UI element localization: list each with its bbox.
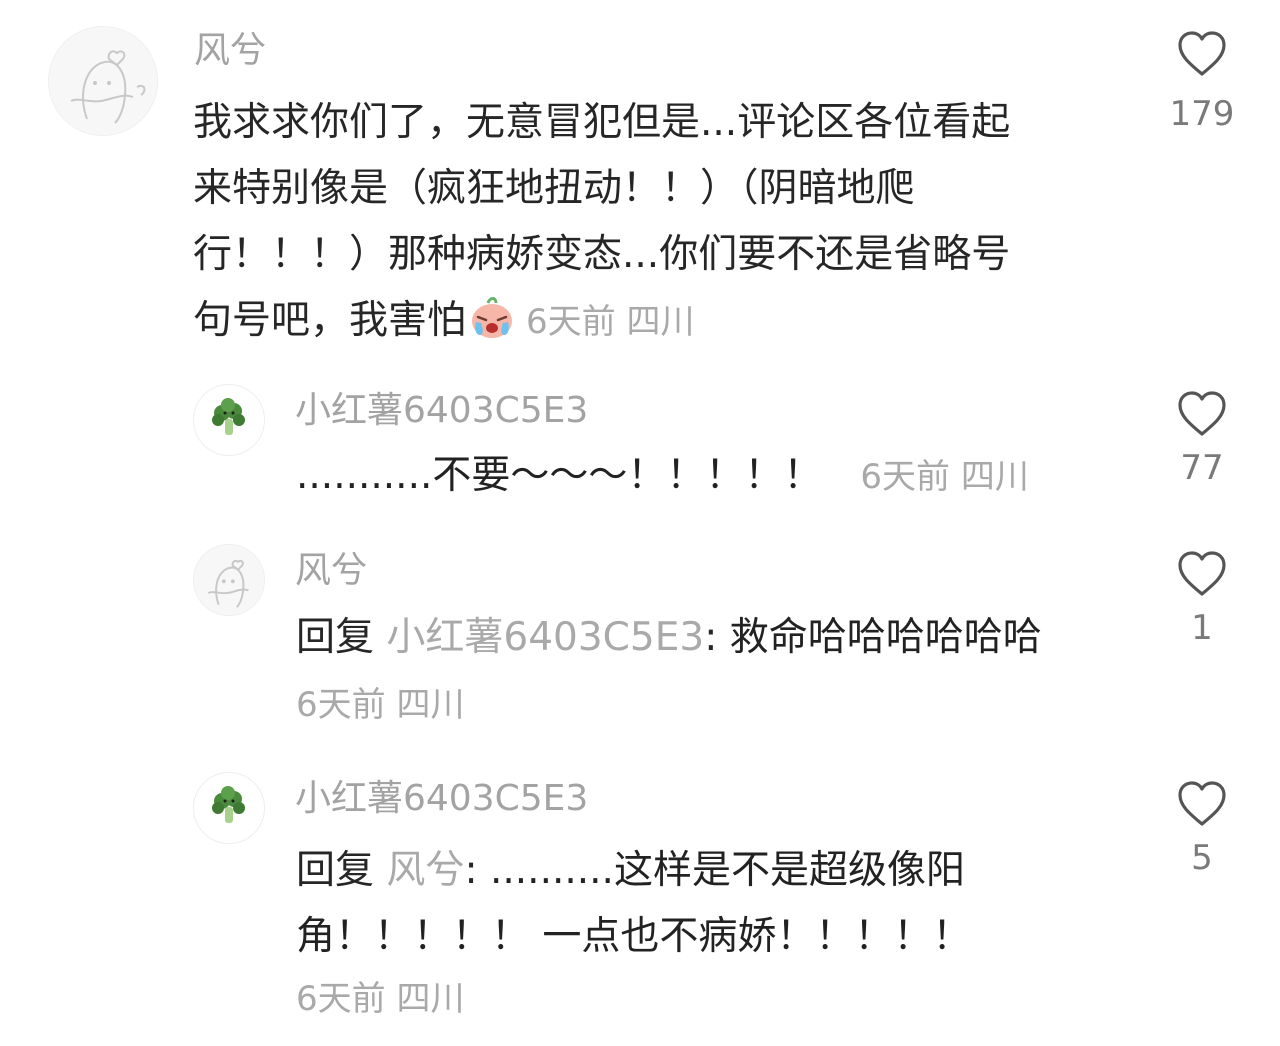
username[interactable]: 小红薯6403C5E3 bbox=[295, 776, 588, 822]
comment-time: 6天前 bbox=[296, 979, 386, 1019]
avatar[interactable] bbox=[193, 384, 265, 456]
comment-line: 回复 小红薯6403C5E3: 救命哈哈哈哈哈哈 bbox=[296, 615, 1042, 660]
reply-mention[interactable]: 小红薯6403C5E3 bbox=[386, 615, 704, 660]
heart-outline-icon bbox=[1178, 31, 1226, 76]
cartoon-character-icon bbox=[194, 545, 264, 615]
comment-time: 6天前 bbox=[860, 457, 951, 497]
reply-item: 小红薯6403C5E3 回复 风兮: ..........这样是不是超级像阳 角… bbox=[0, 750, 1280, 1046]
like-count: 77 bbox=[1180, 448, 1224, 488]
comment-item: 风兮 我求求你们了，无意冒犯但是...评论区各位看起 来特别像是（疯狂地扭动！！… bbox=[0, 0, 1280, 360]
cartoon-character-icon bbox=[49, 27, 157, 135]
comment-line: 回复 风兮: ..........这样是不是超级像阳 bbox=[296, 848, 965, 893]
username[interactable]: 风兮 bbox=[194, 28, 266, 74]
comment-text: 我求求你们了，无意冒犯但是...评论区各位看起 来特别像是（疯狂地扭动！！）（阴… bbox=[193, 90, 1010, 355]
reply-item: 小红薯6403C5E3 ...........不要～～～！！！！！ 6天前 四川 … bbox=[0, 360, 1280, 520]
broccoli-icon bbox=[194, 773, 264, 843]
comment-meta: 6天前 四川 bbox=[296, 976, 464, 1022]
like-count: 1 bbox=[1191, 608, 1213, 648]
comment-line: 行！！！）那种病娇变态...你们要不还是省略号 bbox=[193, 232, 1011, 277]
reply-mention[interactable]: 风兮 bbox=[386, 848, 464, 893]
comment-line: 来特别像是（疯狂地扭动！！）（阴暗地爬 bbox=[193, 166, 915, 211]
like-button[interactable]: 179 bbox=[1162, 30, 1242, 134]
like-button[interactable]: 5 bbox=[1162, 780, 1242, 878]
like-count: 179 bbox=[1169, 94, 1235, 134]
username[interactable]: 风兮 bbox=[295, 548, 367, 594]
avatar[interactable] bbox=[48, 26, 158, 136]
comment-text: 救命哈哈哈哈哈哈 bbox=[729, 615, 1042, 660]
crying-face-emoji-icon bbox=[472, 297, 513, 338]
comment-location: 四川 bbox=[396, 685, 465, 725]
comment-location: 四川 bbox=[626, 302, 695, 342]
broccoli-icon bbox=[194, 385, 264, 455]
username[interactable]: 小红薯6403C5E3 bbox=[295, 388, 588, 434]
comment-line: 句号吧，我害怕 6天前 四川 bbox=[193, 288, 1010, 355]
comment-line: 我求求你们了，无意冒犯但是...评论区各位看起 bbox=[193, 100, 1011, 145]
like-button[interactable]: 1 bbox=[1162, 550, 1242, 648]
comment-text: ...........不要～～～！！！！！ bbox=[296, 453, 823, 498]
like-button[interactable]: 77 bbox=[1162, 390, 1242, 488]
comment-line: ...........不要～～～！！！！！ 6天前 四川 bbox=[296, 448, 1029, 505]
reply-prefix: 回复 bbox=[296, 615, 375, 660]
heart-outline-icon bbox=[1178, 781, 1226, 826]
reply-prefix: 回复 bbox=[296, 848, 375, 893]
comment-line-text: 句号吧，我害怕 bbox=[193, 298, 467, 343]
comment-text: ..........这样是不是超级像阳 bbox=[489, 848, 965, 893]
comment-meta: 6天前 四川 bbox=[296, 682, 464, 728]
comment-line: 角！！！！！ 一点也不病娇！！！！！ bbox=[296, 914, 972, 959]
like-count: 5 bbox=[1191, 838, 1213, 878]
comment-time: 6天前 bbox=[526, 302, 616, 342]
comment-location: 四川 bbox=[960, 457, 1029, 497]
comment-time: 6天前 bbox=[296, 685, 386, 725]
comment-location: 四川 bbox=[396, 979, 465, 1019]
avatar[interactable] bbox=[193, 772, 265, 844]
avatar[interactable] bbox=[193, 544, 265, 616]
reply-item: 风兮 回复 小红薯6403C5E3: 救命哈哈哈哈哈哈 6天前 四川 1 bbox=[0, 520, 1280, 760]
heart-outline-icon bbox=[1178, 391, 1226, 436]
heart-outline-icon bbox=[1178, 551, 1226, 596]
